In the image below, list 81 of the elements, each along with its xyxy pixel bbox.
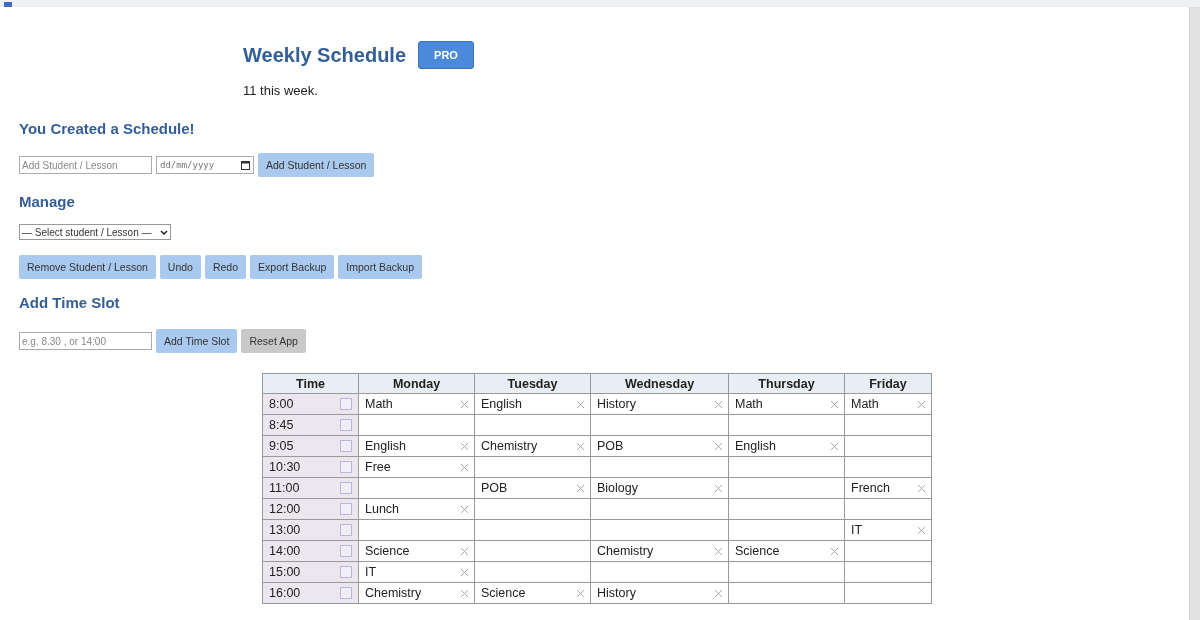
column-header: Wednesday — [590, 373, 729, 394]
remove-icon[interactable] — [715, 589, 722, 597]
lesson-text: Free — [365, 460, 391, 474]
lesson-text: Math — [851, 397, 879, 411]
pro-badge: PRO — [418, 41, 474, 69]
column-header: Friday — [844, 373, 932, 394]
lesson-text: English — [481, 397, 522, 411]
app-icon — [4, 2, 12, 7]
time-label: 13:00 — [269, 523, 301, 537]
lesson-text: History — [597, 586, 636, 600]
lesson-text: Chemistry — [481, 439, 538, 453]
remove-icon[interactable] — [577, 589, 584, 597]
remove-icon[interactable] — [831, 442, 838, 450]
column-header: Tuesday — [474, 373, 591, 394]
time-label: 14:00 — [269, 544, 301, 558]
lesson-text: English — [365, 439, 406, 453]
remove-icon[interactable] — [918, 400, 925, 408]
lesson-text: French — [851, 481, 890, 495]
scrollbar[interactable] — [1189, 7, 1200, 620]
remove-icon[interactable] — [461, 505, 468, 513]
date-field[interactable]: dd/mm/yyyy — [156, 156, 254, 174]
remove-icon[interactable] — [461, 568, 468, 576]
lesson-select[interactable]: — Select student / Lesson — — [19, 224, 171, 240]
remove-icon[interactable] — [461, 442, 468, 450]
reset-button[interactable]: Reset App — [241, 329, 306, 353]
remove-icon[interactable] — [461, 547, 468, 555]
lesson-text: Science — [481, 586, 526, 600]
remove-icon[interactable] — [461, 463, 468, 471]
remove-icon[interactable] — [577, 400, 584, 408]
remove-icon[interactable] — [577, 442, 584, 450]
lesson-input[interactable]: Add Student / Lesson — [19, 156, 152, 174]
column-header: Monday — [358, 373, 475, 394]
remove-icon[interactable] — [715, 400, 722, 408]
lesson-text: Lunch — [365, 502, 400, 516]
lesson-text: Math — [735, 397, 763, 411]
lesson-text: History — [597, 397, 636, 411]
remove-icon[interactable] — [831, 400, 838, 408]
add-lesson-button[interactable]: Add Student / Lesson — [258, 153, 375, 177]
remove-icon[interactable] — [461, 589, 468, 597]
manage-button[interactable]: Remove Student / Lesson — [19, 255, 156, 279]
section-heading: Add Time Slot — [19, 294, 121, 311]
remove-icon[interactable] — [715, 547, 722, 555]
time-label: 11:00 — [269, 481, 300, 495]
time-label: 16:00 — [269, 586, 301, 600]
time-label: 8:45 — [269, 418, 294, 432]
lesson-text: English — [735, 439, 776, 453]
time-label: 9:05 — [269, 439, 294, 453]
remove-icon[interactable] — [715, 442, 722, 450]
section-heading: Manage — [19, 193, 76, 210]
add-time-button[interactable]: Add Time Slot — [156, 329, 238, 353]
lesson-text: IT — [851, 523, 863, 537]
time-label: 15:00 — [269, 565, 301, 579]
lesson-text: Science — [365, 544, 410, 558]
remove-icon[interactable] — [918, 484, 925, 492]
lesson-text: Chemistry — [365, 586, 422, 600]
time-label: 12:00 — [269, 502, 301, 516]
column-header: Time — [262, 373, 359, 394]
lesson-text: IT — [365, 565, 377, 579]
lesson-text: Chemistry — [597, 544, 654, 558]
manage-button[interactable]: Redo — [204, 255, 247, 279]
remove-icon[interactable] — [715, 484, 722, 492]
time-label: 8:00 — [269, 397, 294, 411]
manage-button[interactable]: Undo — [159, 255, 201, 279]
page-title: Weekly Schedule — [243, 43, 407, 67]
remove-icon[interactable] — [577, 484, 584, 492]
remove-icon[interactable] — [831, 547, 838, 555]
week-summary: 11 this week. — [243, 83, 319, 98]
lesson-text: Biology — [597, 481, 638, 495]
lesson-text: Science — [735, 544, 780, 558]
chevron-down-icon — [160, 229, 168, 235]
manage-button[interactable]: Export Backup — [250, 255, 335, 279]
remove-icon[interactable] — [918, 526, 925, 534]
time-input[interactable]: e.g. 8.30 , or 14:00 — [19, 332, 152, 350]
lesson-text: POB — [597, 439, 624, 453]
lesson-text: POB — [481, 481, 508, 495]
time-label: 10:30 — [269, 460, 301, 474]
section-heading: You Created a Schedule! — [19, 120, 196, 137]
remove-icon[interactable] — [461, 400, 468, 408]
manage-button[interactable]: Import Backup — [338, 255, 423, 279]
column-header: Thursday — [728, 373, 845, 394]
lesson-text: Math — [365, 397, 393, 411]
